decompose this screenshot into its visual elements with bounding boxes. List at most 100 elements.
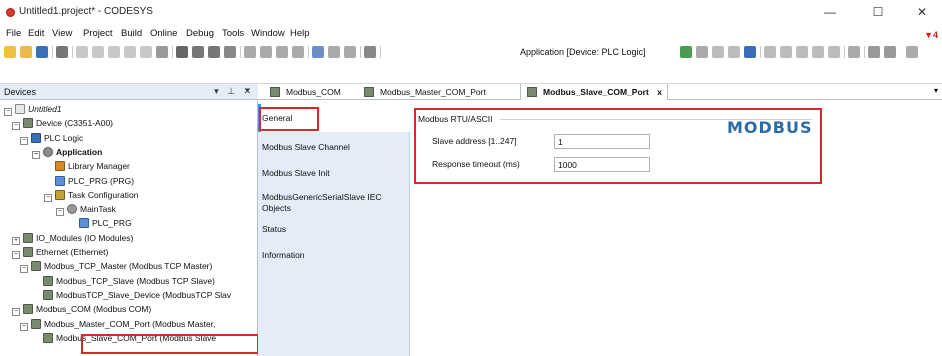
menu-view[interactable]: View xyxy=(52,28,72,39)
tab-modbus-slave-com-port[interactable]: Modbus_Slave_COM_Port x xyxy=(520,84,668,100)
cut-icon[interactable] xyxy=(108,46,120,58)
tabs-dropdown-icon[interactable]: ▾ xyxy=(934,86,938,95)
step-out-icon[interactable] xyxy=(796,46,808,58)
tree-item[interactable]: − Application xyxy=(32,145,102,159)
bookmark-icon[interactable] xyxy=(244,46,256,58)
step-over-icon[interactable] xyxy=(764,46,776,58)
breakpoint-icon[interactable] xyxy=(812,46,824,58)
collapse-icon[interactable]: − xyxy=(32,150,40,159)
lib-icon xyxy=(55,161,65,172)
new-project-icon[interactable] xyxy=(4,46,16,58)
open-project-icon[interactable] xyxy=(20,46,32,58)
tree-item[interactable]: PLC_PRG xyxy=(68,216,132,230)
devices-pane: Devices ▾ ⊥ ✕ − Untitled1− Device (C3351-A… xyxy=(0,84,259,356)
tree-item[interactable]: Modbus_TCP_Slave (Modbus TCP Slave) xyxy=(32,274,215,288)
menu-debug[interactable]: Debug xyxy=(186,28,214,39)
menu-help[interactable]: Help xyxy=(290,28,310,39)
expand-icon[interactable]: + xyxy=(12,236,20,245)
new-object-icon[interactable] xyxy=(344,46,356,58)
active-application-label[interactable]: Application [Device: PLC Logic] xyxy=(520,47,646,57)
find-previous-icon[interactable] xyxy=(224,46,236,58)
force-values-icon[interactable] xyxy=(868,46,880,58)
tree-item-label: PLC_PRG xyxy=(92,218,132,229)
dev-icon xyxy=(43,332,53,343)
collapse-icon[interactable]: − xyxy=(20,265,28,274)
tree-item[interactable]: − Modbus_TCP_Master (Modbus TCP Master) xyxy=(20,259,212,274)
tree-item[interactable]: − Device (C3351-A00) xyxy=(12,116,113,131)
minimize-button[interactable]: — xyxy=(820,4,840,20)
tree-item[interactable]: − MainTask xyxy=(56,202,116,217)
find-icon[interactable] xyxy=(176,46,188,58)
tree-item[interactable]: PLC_PRG (PRG) xyxy=(44,174,134,188)
unforce-icon[interactable] xyxy=(884,46,896,58)
bookmark-clear-icon[interactable] xyxy=(292,46,304,58)
menu-edit[interactable]: Edit xyxy=(28,28,44,39)
start-icon[interactable] xyxy=(712,46,724,58)
paste-icon[interactable] xyxy=(140,46,152,58)
nav-modbus-slave-channel[interactable]: Modbus Slave Channel xyxy=(262,142,406,153)
menu-window[interactable]: Window xyxy=(251,28,285,39)
collapse-icon[interactable]: − xyxy=(12,251,20,259)
modbus-logo: MODBUS xyxy=(727,118,813,137)
tree-item[interactable]: + IO_Modules (IO Modules) xyxy=(12,231,133,245)
tree-item[interactable]: − Task Configuration xyxy=(44,188,138,202)
tree-item[interactable]: − Modbus_COM (Modbus COM) xyxy=(12,302,151,317)
collapse-icon[interactable]: − xyxy=(4,108,12,116)
watch-icon[interactable] xyxy=(828,46,840,58)
login-icon[interactable] xyxy=(680,46,692,58)
bookmark-prev-icon[interactable] xyxy=(276,46,288,58)
tab-modbus-master-com-port[interactable]: Modbus_Master_COM_Port xyxy=(358,84,514,100)
notification-badge[interactable]: ▼4 xyxy=(924,30,938,40)
stop-icon[interactable] xyxy=(728,46,740,58)
nav-iec-objects[interactable]: ModbusGenericSerialSlave IEC Objects xyxy=(262,192,406,214)
write-values-icon[interactable] xyxy=(848,46,860,58)
collapse-icon[interactable]: − xyxy=(44,193,52,202)
print-icon[interactable] xyxy=(56,46,68,58)
menu-build[interactable]: Build xyxy=(121,28,142,39)
nav-modbus-slave-init[interactable]: Modbus Slave Init xyxy=(262,168,406,179)
tree-item[interactable]: − Untitled1 xyxy=(4,102,62,116)
tree-item[interactable]: − PLC Logic xyxy=(20,131,83,145)
collapse-icon[interactable]: − xyxy=(20,136,28,145)
gear-icon xyxy=(43,146,53,157)
toolbar-more-icon[interactable] xyxy=(906,46,918,58)
collapse-icon[interactable]: − xyxy=(12,308,20,317)
reset-icon[interactable] xyxy=(744,46,756,58)
response-timeout-input[interactable] xyxy=(554,157,650,172)
redo-icon[interactable] xyxy=(92,46,104,58)
tree-item[interactable]: − Modbus_Master_COM_Port (Modbus Master, xyxy=(20,317,215,331)
untitled-icon xyxy=(15,104,25,114)
tab-modbus-com[interactable]: Modbus_COM xyxy=(264,84,341,100)
menu-tools[interactable]: Tools xyxy=(222,28,244,39)
logout-icon[interactable] xyxy=(696,46,708,58)
undo-icon[interactable] xyxy=(76,46,88,58)
menu-online[interactable]: Online xyxy=(150,28,177,39)
save-icon[interactable] xyxy=(36,46,48,58)
compile-icon[interactable] xyxy=(328,46,340,58)
nav-status[interactable]: Status xyxy=(262,224,406,235)
delete-icon[interactable] xyxy=(156,46,168,58)
step-into-icon[interactable] xyxy=(780,46,792,58)
tree-item-label: Task Configuration xyxy=(68,189,139,200)
copy-icon[interactable] xyxy=(124,46,136,58)
window-layout-icon[interactable] xyxy=(364,46,376,58)
tree-item[interactable]: − Ethernet (Ethernet) xyxy=(12,245,108,259)
tree-item[interactable]: ModbusTCP_Slave_Device (ModbusTCP Slav xyxy=(32,288,231,302)
tree-item[interactable]: Library Manager xyxy=(44,159,130,173)
slave-address-input[interactable] xyxy=(554,134,650,149)
collapse-icon[interactable]: − xyxy=(12,122,20,131)
close-tab-button[interactable]: x xyxy=(657,87,662,97)
menu-file[interactable]: File xyxy=(6,28,21,39)
collapse-icon[interactable]: − xyxy=(56,208,64,217)
menu-project[interactable]: Project xyxy=(83,28,113,39)
close-window-button[interactable]: ✕ xyxy=(912,4,932,20)
tree-scroll-down-icon[interactable]: ▾ xyxy=(246,86,255,94)
collapse-icon[interactable]: − xyxy=(20,322,28,331)
build-icon[interactable] xyxy=(312,46,324,58)
general-settings-panel: Modbus RTU/ASCII MODBUS Slave address [1… xyxy=(414,108,822,184)
find-replace-icon[interactable] xyxy=(192,46,204,58)
bookmark-next-icon[interactable] xyxy=(260,46,272,58)
maximize-button[interactable]: ☐ xyxy=(868,4,888,20)
find-next-icon[interactable] xyxy=(208,46,220,58)
nav-information[interactable]: Information xyxy=(262,250,406,261)
